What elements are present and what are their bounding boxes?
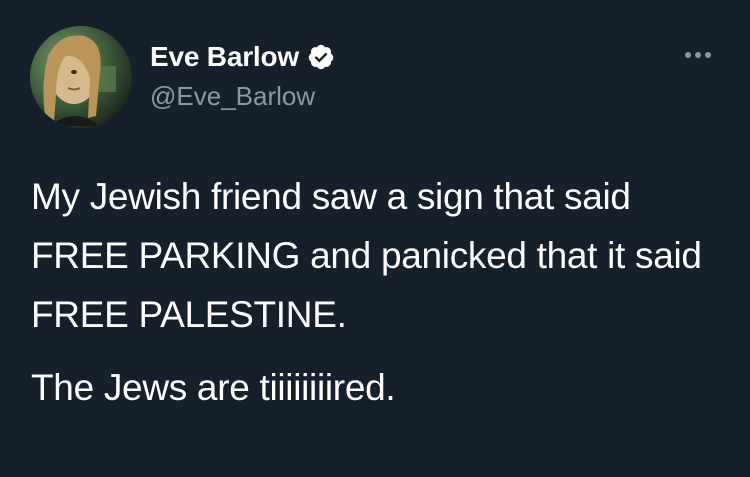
tweet-card: Eve Barlow @Eve_Barlow My Jewish friend … xyxy=(0,0,750,477)
author-name-row[interactable]: Eve Barlow xyxy=(150,40,335,74)
tweet-text: My Jewish friend saw a sign that said FR… xyxy=(31,167,731,417)
display-name[interactable]: Eve Barlow xyxy=(150,40,299,74)
avatar[interactable] xyxy=(30,26,132,128)
tweet-paragraph: My Jewish friend saw a sign that said FR… xyxy=(31,176,702,335)
verified-badge-icon xyxy=(308,44,334,70)
avatar-image xyxy=(30,26,132,128)
tweet-paragraph: The Jews are tiiiiiiiired. xyxy=(31,367,396,408)
author-handle[interactable]: @Eve_Barlow xyxy=(150,80,315,112)
more-options-icon[interactable] xyxy=(676,40,720,70)
